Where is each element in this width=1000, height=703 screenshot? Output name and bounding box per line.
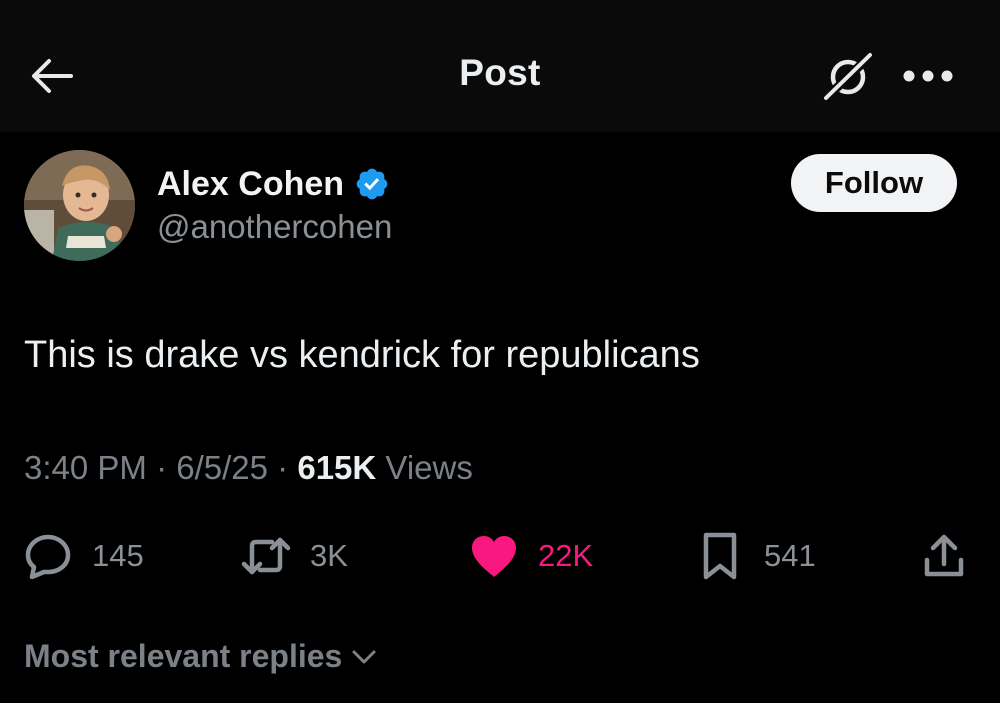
meta-separator: ·	[277, 449, 289, 486]
reply-icon	[22, 530, 74, 582]
like-button[interactable]: 22K	[468, 528, 593, 584]
verified-badge-icon[interactable]	[354, 166, 390, 202]
grok-button[interactable]	[818, 46, 878, 106]
heart-filled-icon	[468, 530, 520, 582]
share-icon	[918, 530, 970, 582]
post-time[interactable]: 3:40 PM	[24, 449, 147, 486]
replies-sort-label: Most relevant replies	[24, 638, 343, 674]
post-metadata: 3:40 PM · 6/5/25 · 615K Views	[24, 449, 473, 487]
views-label[interactable]: Views	[385, 449, 472, 486]
repost-count: 3K	[310, 538, 348, 573]
bookmark-count: 541	[764, 538, 816, 573]
grok-icon	[820, 51, 875, 104]
top-bar: Post	[0, 0, 1000, 132]
follow-button[interactable]: Follow	[791, 154, 957, 212]
share-button[interactable]	[918, 528, 970, 584]
views-count[interactable]: 615K	[297, 449, 376, 486]
bookmark-icon	[694, 530, 746, 582]
bookmark-button[interactable]: 541	[694, 528, 816, 584]
avatar[interactable]	[24, 150, 135, 261]
post-date[interactable]: 6/5/25	[176, 449, 268, 486]
reply-count: 145	[92, 538, 144, 573]
reply-button[interactable]: 145	[22, 528, 144, 584]
author-handle[interactable]: @anothercohen	[157, 208, 392, 246]
more-options-button[interactable]	[896, 54, 960, 98]
chevron-down-icon	[350, 642, 380, 672]
avatar-photo	[24, 150, 135, 261]
more-horizontal-icon	[903, 70, 953, 82]
post-text: This is drake vs kendrick for republican…	[24, 334, 700, 376]
repost-button[interactable]: 3K	[240, 528, 348, 584]
author-display-name[interactable]: Alex Cohen	[157, 165, 344, 204]
meta-separator: ·	[156, 449, 168, 486]
like-count: 22K	[538, 538, 594, 573]
repost-icon	[240, 530, 292, 582]
author-name-row: Alex Cohen	[157, 162, 390, 206]
replies-sort-dropdown[interactable]: Most relevant replies	[24, 638, 380, 675]
